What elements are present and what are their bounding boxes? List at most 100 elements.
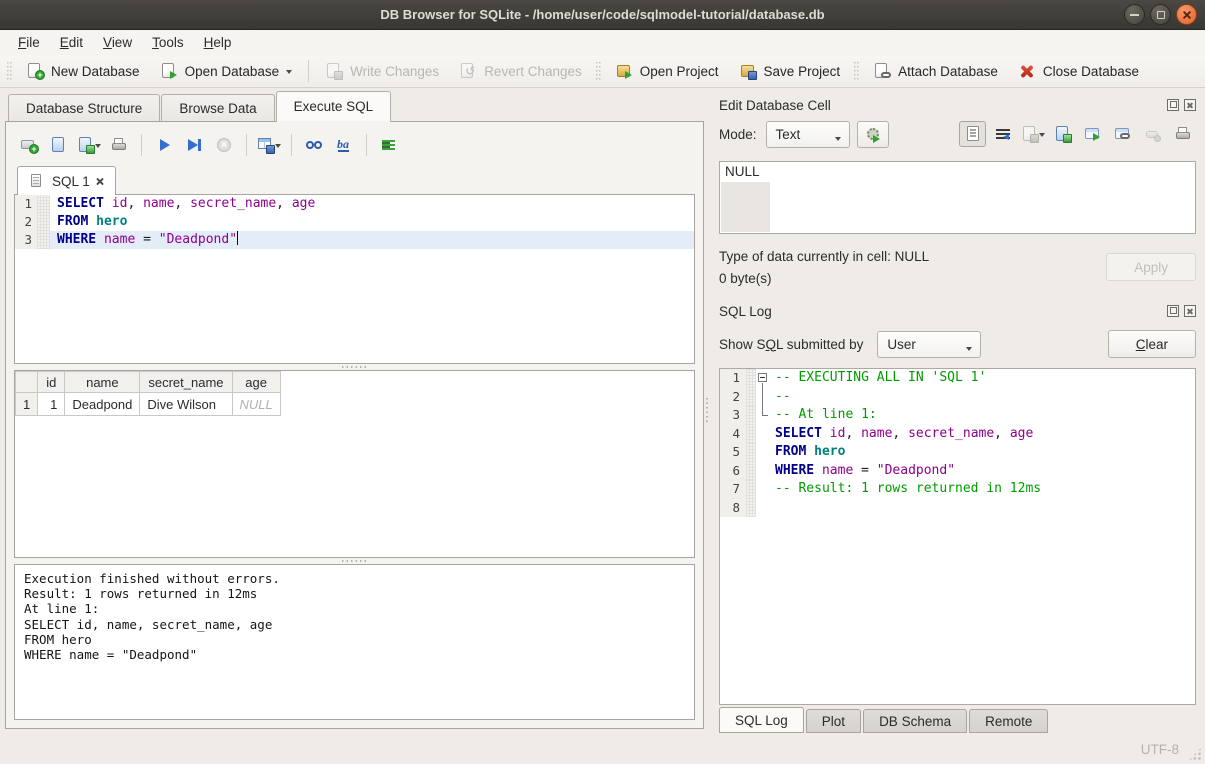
fold-spacer — [756, 425, 773, 444]
save-results-button[interactable] — [256, 133, 282, 157]
menu-bar: FileEditViewToolsHelp — [0, 30, 1205, 55]
line-number: 6 — [720, 462, 746, 481]
copy-cell-link-button[interactable] — [1109, 121, 1136, 147]
column-header-secret-name[interactable]: secret_name — [140, 372, 232, 393]
close-database-button[interactable]: Close Database — [1009, 58, 1148, 85]
column-header-id[interactable]: id — [38, 372, 65, 393]
line-number: 3 — [720, 406, 746, 425]
find-replace-button[interactable] — [331, 133, 357, 157]
open-database-button[interactable]: Open Database — [151, 58, 302, 85]
left-pane: Database StructureBrowse DataExecute SQL… — [0, 88, 704, 735]
cell-import-icon — [1021, 125, 1039, 143]
resize-grip[interactable] — [1188, 747, 1202, 761]
auto-format-button[interactable] — [376, 133, 402, 157]
sql-log-view[interactable]: 1-- EXECUTING ALL IN 'SQL 1'2--3-- At li… — [719, 368, 1196, 705]
execute-current-line-button[interactable] — [181, 133, 207, 157]
float-panel-icon[interactable] — [1167, 305, 1179, 317]
code-line[interactable]: WHERE name = "Deadpond" — [50, 231, 694, 249]
token-str: "Deadpond" — [877, 463, 955, 478]
clear-log-button[interactable]: Clear — [1108, 330, 1196, 358]
token-id: id — [830, 426, 846, 441]
bottom-tab-remote[interactable]: Remote — [969, 709, 1048, 733]
splitter-handle[interactable] — [14, 558, 695, 564]
export-data-button[interactable] — [1049, 121, 1076, 147]
row-number[interactable]: 1 — [16, 393, 38, 416]
execute-all-button[interactable] — [151, 133, 177, 157]
vertical-splitter[interactable] — [704, 88, 710, 735]
sqlfile-icon — [28, 172, 46, 190]
float-panel-icon[interactable] — [1167, 99, 1179, 111]
sql-editor-tab[interactable]: SQL 1 — [17, 166, 116, 195]
close-panel-icon[interactable] — [1184, 305, 1196, 317]
menu-edit[interactable]: Edit — [50, 32, 93, 53]
minimize-button[interactable] — [1124, 4, 1145, 25]
cell-name[interactable]: Deadpond — [65, 393, 140, 416]
open-external-button[interactable] — [1079, 121, 1106, 147]
new-database-button[interactable]: New Database — [17, 58, 149, 85]
cell-age[interactable]: NULL — [232, 393, 280, 416]
menu-file[interactable]: File — [8, 32, 50, 53]
find-icon — [305, 136, 323, 154]
apply-button[interactable]: Apply — [1106, 253, 1196, 281]
encoding-indicator[interactable]: UTF-8 — [1141, 742, 1179, 757]
token-pl: = — [853, 463, 876, 478]
menu-tools[interactable]: Tools — [142, 32, 194, 53]
bottom-tab-sql-log[interactable]: SQL Log — [719, 707, 804, 733]
execute-sql-page: SQL 1 1SELECT id, name, secret_name, age… — [5, 121, 704, 729]
toolbar-label: Attach Database — [898, 64, 998, 79]
toolbar-grip — [6, 61, 13, 81]
toolbar-separator — [141, 134, 142, 156]
fold-corner-icon[interactable] — [756, 406, 773, 425]
tab-database-structure[interactable]: Database Structure — [8, 94, 160, 121]
close-button[interactable] — [1176, 4, 1197, 25]
text-view-button[interactable] — [959, 121, 986, 147]
mode-select[interactable]: Text — [766, 121, 850, 148]
tab-browse-data[interactable]: Browse Data — [161, 94, 274, 121]
auto-switch-mode-button[interactable] — [857, 121, 889, 148]
fold-spacer — [756, 480, 773, 499]
bottom-tab-plot[interactable]: Plot — [806, 709, 861, 733]
save-project-button[interactable]: Save Project — [730, 58, 850, 85]
log-filter-select[interactable]: User — [877, 331, 981, 358]
maximize-button[interactable] — [1150, 4, 1171, 25]
code-line[interactable]: SELECT id, name, secret_name, age — [50, 195, 694, 213]
toolbar-label: New Database — [51, 64, 140, 79]
token-id: name — [104, 232, 135, 247]
line-number: 2 — [720, 388, 746, 407]
fold-margin — [37, 231, 50, 249]
column-header-age[interactable]: age — [232, 372, 280, 393]
print-cell-button[interactable] — [1169, 121, 1196, 147]
menu-help[interactable]: Help — [194, 32, 242, 53]
print-sql-button[interactable] — [106, 133, 132, 157]
close-tab-icon[interactable] — [96, 177, 105, 186]
column-header-name[interactable]: name — [65, 372, 140, 393]
log-line: 7-- Result: 1 rows returned in 12ms — [720, 480, 1195, 499]
results-table: idnamesecret_nameage11DeadpondDive Wilso… — [15, 371, 281, 416]
cell-editor[interactable]: NULL — [719, 161, 1196, 234]
save-sql-file-button[interactable] — [76, 133, 102, 157]
open-project-button[interactable]: Open Project — [606, 58, 728, 85]
tab-execute-sql[interactable]: Execute SQL — [276, 91, 392, 122]
find-button[interactable] — [301, 133, 327, 157]
line-number: 7 — [720, 480, 746, 499]
cell-id[interactable]: 1 — [38, 393, 65, 416]
toolbar-label: Revert Changes — [484, 64, 582, 79]
sql-editor[interactable]: 1SELECT id, name, secret_name, age2FROM … — [14, 195, 695, 364]
sql-log-title: SQL Log — [719, 304, 1162, 319]
cell-secret-name[interactable]: Dive Wilson — [140, 393, 232, 416]
splitter-handle[interactable] — [14, 364, 695, 370]
token-pl: , — [994, 426, 1010, 441]
open-sql-file-button[interactable] — [46, 133, 72, 157]
fold-vline-icon[interactable] — [756, 388, 773, 407]
attach-database-button[interactable]: Attach Database — [864, 58, 1007, 85]
word-wrap-button[interactable] — [989, 121, 1016, 147]
cell-action-icons — [959, 121, 1196, 147]
fold-boxminus-icon[interactable] — [756, 369, 773, 388]
close-panel-icon[interactable] — [1184, 99, 1196, 111]
menu-view[interactable]: View — [93, 32, 142, 53]
log-line: 5FROM hero — [720, 443, 1195, 462]
bottom-tab-db-schema[interactable]: DB Schema — [863, 709, 967, 733]
code-line: SELECT id, name, secret_name, age — [773, 425, 1195, 444]
new-sql-tab-button[interactable] — [16, 133, 42, 157]
code-line[interactable]: FROM hero — [50, 213, 694, 231]
